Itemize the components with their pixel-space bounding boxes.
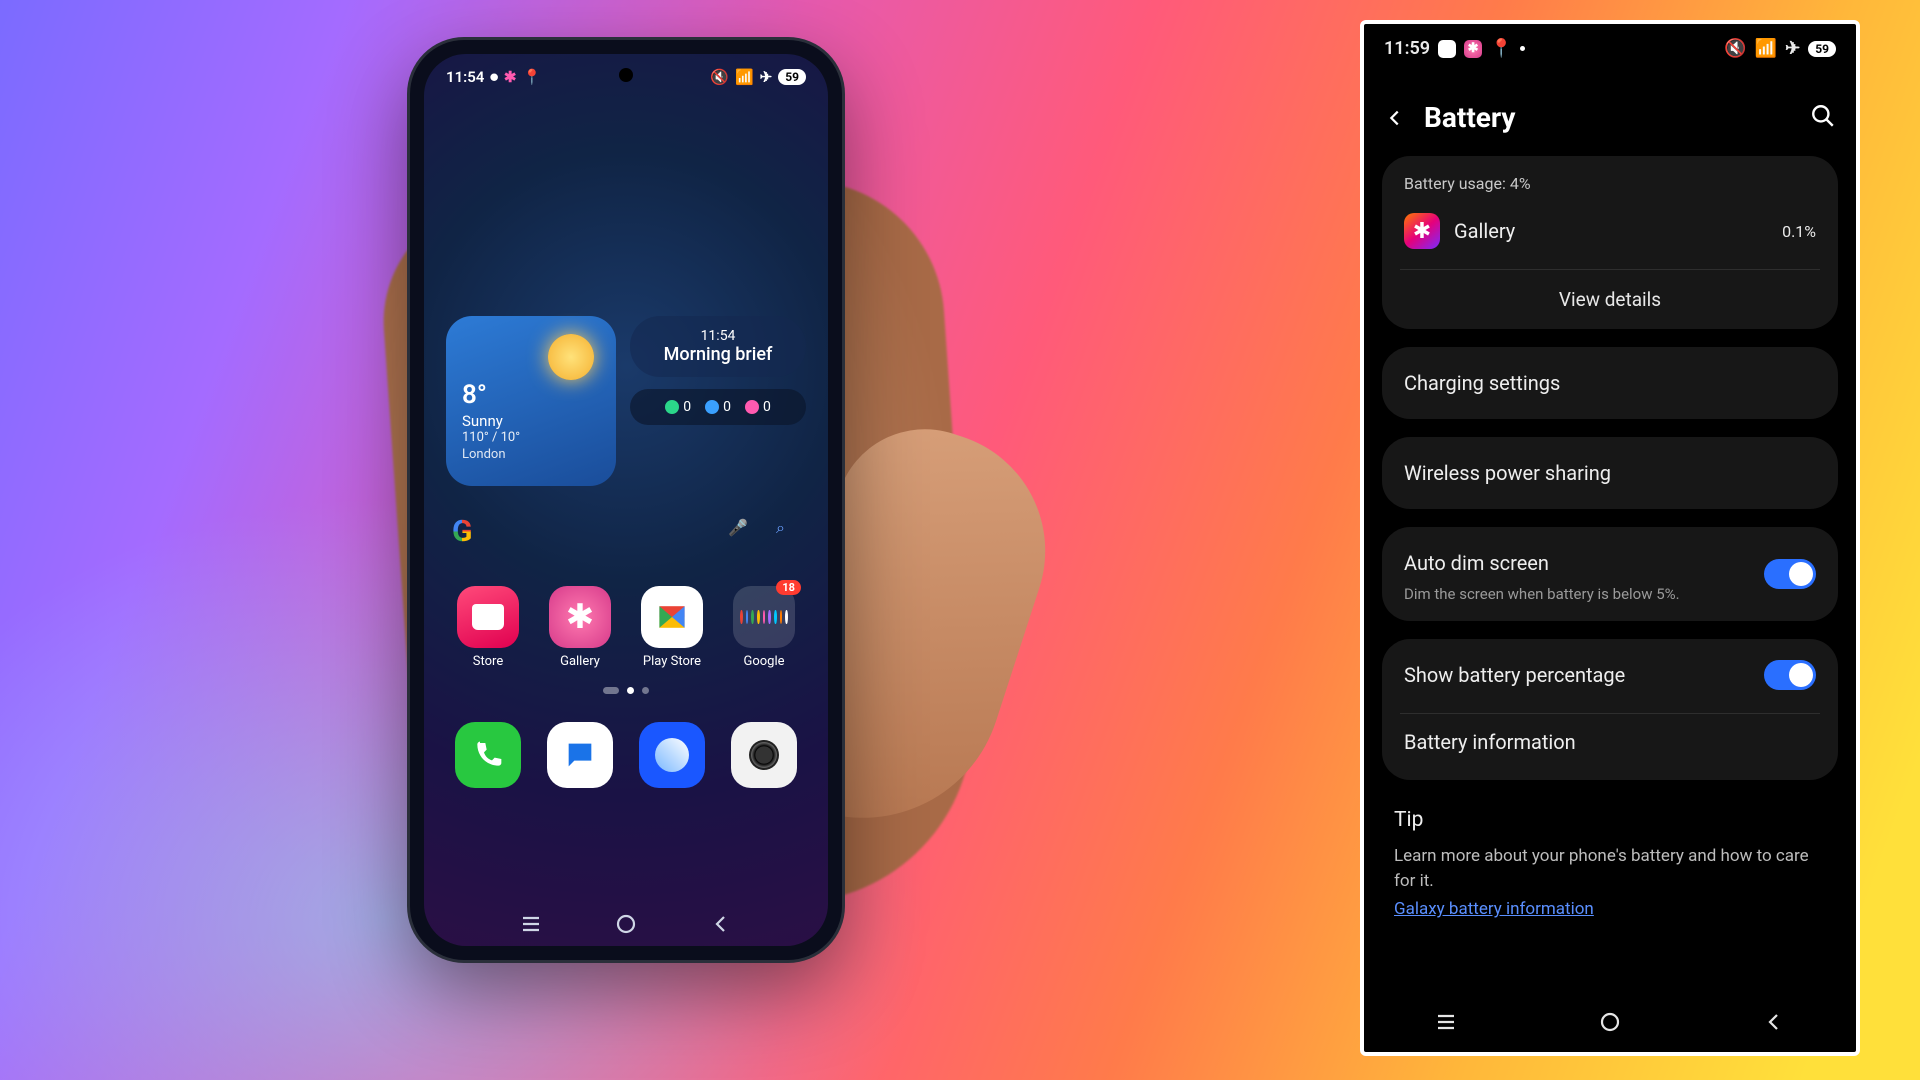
phone-right-frame: 11:59 ✱ 📍 🔇 📶 ✈ 59 Battery Battery usage…	[1360, 20, 1860, 1056]
nav-back[interactable]	[1760, 1008, 1788, 1036]
gallery-status-icon: ✱	[1464, 40, 1482, 58]
app-play-store[interactable]: Play Store	[632, 586, 712, 669]
nav-back[interactable]	[707, 910, 735, 938]
tip-link[interactable]: Galaxy battery information	[1394, 899, 1594, 919]
weather-condition: Sunny	[462, 412, 600, 430]
tip-text: Learn more about your phone's battery an…	[1394, 844, 1826, 893]
tip-title: Tip	[1394, 808, 1826, 832]
nav-bar-right	[1364, 992, 1856, 1052]
brief-label: Morning brief	[648, 344, 788, 365]
weather-widget[interactable]: 8° Sunny 110° / 10° London	[446, 316, 616, 486]
app-label: Gallery	[540, 654, 620, 669]
nav-home[interactable]	[1596, 1008, 1624, 1036]
google-search-bar[interactable]: G 🎤 ⌕	[452, 514, 800, 546]
mute-icon: 🔇	[1724, 38, 1746, 59]
brief-time: 11:54	[648, 328, 788, 344]
weather-city: London	[462, 447, 600, 462]
record-icon: ⏺	[490, 68, 498, 86]
pip-status-icon	[1438, 40, 1456, 58]
phone-left-frame: 11:54 ⏺ ✱ 📍 🔇 📶 ✈ 59 8° Sunny 110°	[410, 40, 842, 960]
status-bar-right: 11:59 ✱ 📍 🔇 📶 ✈ 59	[1364, 24, 1856, 73]
gallery-app-icon: ✱	[1404, 213, 1440, 249]
status-time: 11:59	[1384, 38, 1430, 59]
usage-app-name: Gallery	[1454, 219, 1515, 243]
wireless-power-sharing-row[interactable]: Wireless power sharing	[1382, 437, 1838, 509]
nav-bar-left	[424, 910, 828, 938]
mic-icon[interactable]: 🎤	[728, 518, 752, 542]
google-folder-icon: 18	[733, 586, 795, 648]
dock-phone[interactable]	[455, 722, 521, 788]
nav-recents[interactable]	[517, 910, 545, 938]
hand-holding-phone: 11:54 ⏺ ✱ 📍 🔇 📶 ✈ 59 8° Sunny 110°	[280, 70, 1060, 990]
dock-browser[interactable]	[639, 722, 705, 788]
weather-temp: 8°	[462, 380, 600, 410]
show-percentage-toggle[interactable]	[1764, 660, 1816, 690]
more-notifications-icon	[1520, 46, 1525, 51]
charging-settings-row[interactable]: Charging settings	[1382, 347, 1838, 419]
battery-usage-card: Battery usage: 4% ✱ Gallery 0.1% View de…	[1382, 156, 1838, 329]
nav-home[interactable]	[612, 910, 640, 938]
display-options-card: Show battery percentage Battery informat…	[1382, 639, 1838, 780]
settings-header: Battery	[1364, 73, 1856, 156]
app-label: Google	[724, 654, 804, 669]
page-title: Battery	[1424, 101, 1516, 134]
wifi-icon: 📶	[1755, 38, 1777, 59]
gallery-status-icon: ✱	[504, 68, 517, 86]
home-screen: 11:54 ⏺ ✱ 📍 🔇 📶 ✈ 59 8° Sunny 110°	[424, 54, 828, 946]
mute-icon: 🔇	[710, 68, 729, 86]
sun-icon	[548, 334, 594, 380]
app-label: Store	[448, 654, 528, 669]
lens-icon[interactable]: ⌕	[776, 518, 800, 542]
usage-app-pct: 0.1%	[1782, 222, 1816, 241]
nav-recents[interactable]	[1432, 1008, 1460, 1036]
app-gallery[interactable]: Gallery	[540, 586, 620, 669]
airplane-icon: ✈	[760, 68, 773, 86]
battery-pill: 59	[1808, 41, 1836, 57]
gallery-icon	[549, 586, 611, 648]
usage-label: Battery usage: 4%	[1404, 174, 1816, 193]
app-google-folder[interactable]: 18 Google	[724, 586, 804, 669]
app-label: Play Store	[632, 654, 712, 669]
battery-pill: 59	[778, 69, 806, 85]
page-indicator[interactable]	[424, 687, 828, 694]
dock	[424, 694, 828, 788]
dock-messages[interactable]	[547, 722, 613, 788]
weather-range: 110° / 10°	[462, 430, 600, 445]
notification-badge: 18	[776, 580, 801, 595]
tip-section: Tip Learn more about your phone's batter…	[1364, 798, 1856, 919]
auto-dim-row[interactable]: Auto dim screen Dim the screen when batt…	[1382, 527, 1838, 621]
wifi-icon: 📶	[735, 68, 754, 86]
health-widget[interactable]: 0 0 0	[630, 389, 806, 425]
view-details-button[interactable]: View details	[1404, 270, 1816, 311]
google-g-icon: G	[452, 514, 484, 546]
front-camera	[619, 68, 633, 82]
auto-dim-toggle[interactable]	[1764, 559, 1816, 589]
play-store-icon	[641, 586, 703, 648]
search-button[interactable]	[1810, 103, 1836, 133]
morning-brief-widget[interactable]: 11:54 Morning brief	[630, 316, 806, 377]
back-button[interactable]	[1384, 107, 1406, 129]
app-store[interactable]: Store	[448, 586, 528, 669]
location-status-icon: 📍	[522, 68, 541, 86]
dock-camera[interactable]	[731, 722, 797, 788]
show-battery-percentage-row[interactable]: Show battery percentage	[1404, 657, 1816, 709]
status-time: 11:54	[446, 68, 484, 86]
store-icon	[457, 586, 519, 648]
battery-information-row[interactable]: Battery information	[1404, 714, 1816, 760]
location-status-icon: 📍	[1490, 38, 1512, 59]
airplane-icon: ✈	[1785, 38, 1800, 59]
usage-app-row[interactable]: ✱ Gallery 0.1%	[1404, 207, 1816, 265]
